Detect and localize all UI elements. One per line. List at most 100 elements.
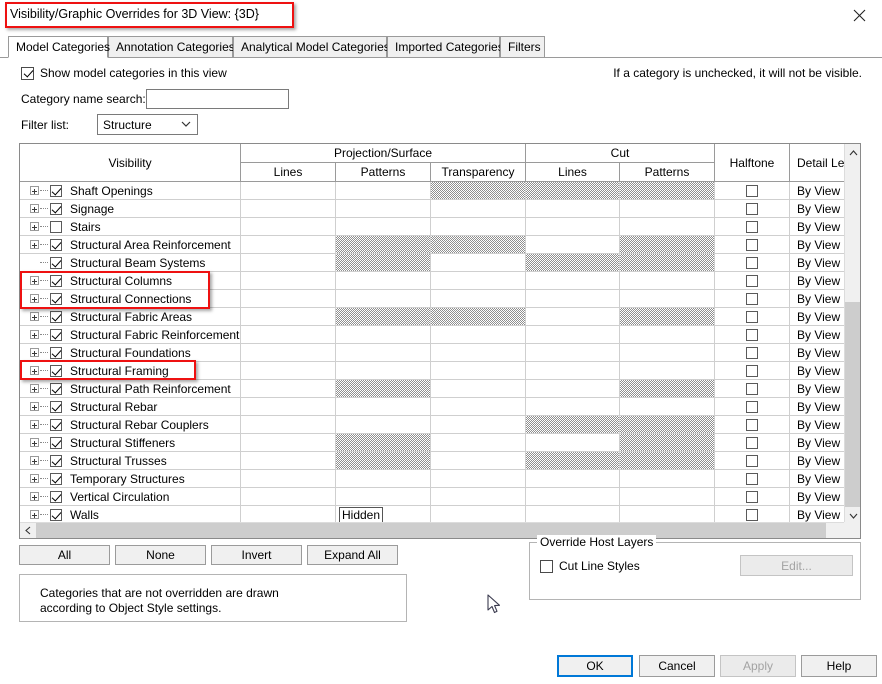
projection-lines-cell[interactable] <box>241 308 336 325</box>
projection-transparency-cell[interactable] <box>431 308 526 325</box>
expand-plus-icon[interactable] <box>30 348 39 357</box>
cut-lines-cell[interactable] <box>526 218 620 235</box>
halftone-cell[interactable] <box>715 290 790 307</box>
halftone-cell[interactable] <box>715 416 790 433</box>
cut-lines-cell[interactable] <box>526 200 620 217</box>
halftone-cell[interactable] <box>715 506 790 523</box>
projection-patterns-cell[interactable] <box>336 182 431 199</box>
none-button[interactable]: None <box>115 545 206 565</box>
projection-lines-cell[interactable] <box>241 236 336 253</box>
header-projection-transparency[interactable]: Transparency <box>431 163 526 181</box>
halftone-checkbox[interactable] <box>746 382 758 395</box>
halftone-cell[interactable] <box>715 380 790 397</box>
detail-level-cell[interactable]: By View <box>790 254 845 271</box>
category-visibility-checkbox[interactable] <box>50 202 62 215</box>
cut-lines-cell[interactable] <box>526 290 620 307</box>
table-row[interactable]: Structural Fabric Areas By View <box>20 308 845 326</box>
scroll-thumb-horizontal[interactable] <box>36 523 826 538</box>
category-visibility-checkbox[interactable] <box>50 238 62 251</box>
visibility-cell[interactable]: Structural Fabric Reinforcement <box>20 326 241 343</box>
category-visibility-checkbox[interactable] <box>50 346 62 359</box>
table-row[interactable]: Shaft Openings By View <box>20 182 845 200</box>
category-visibility-checkbox[interactable] <box>50 418 62 431</box>
header-visibility[interactable]: Visibility <box>20 144 241 181</box>
projection-lines-cell[interactable] <box>241 182 336 199</box>
projection-patterns-cell[interactable] <box>336 344 431 361</box>
expand-plus-icon[interactable] <box>30 510 39 519</box>
table-row[interactable]: Structural Area Reinforcement By View <box>20 236 845 254</box>
visibility-cell[interactable]: Structural Path Reinforcement <box>20 380 241 397</box>
detail-level-cell[interactable]: By View <box>790 362 845 379</box>
visibility-cell[interactable]: Structural Fabric Areas <box>20 308 241 325</box>
projection-transparency-cell[interactable] <box>431 470 526 487</box>
category-visibility-checkbox[interactable] <box>50 184 62 197</box>
halftone-cell[interactable] <box>715 218 790 235</box>
detail-level-cell[interactable]: By View <box>790 236 845 253</box>
projection-patterns-cell[interactable] <box>336 398 431 415</box>
expand-plus-icon[interactable] <box>30 384 39 393</box>
halftone-cell[interactable] <box>715 488 790 505</box>
category-visibility-checkbox[interactable] <box>50 436 62 449</box>
cut-lines-cell[interactable] <box>526 470 620 487</box>
halftone-checkbox[interactable] <box>746 436 758 449</box>
halftone-checkbox[interactable] <box>746 328 758 341</box>
projection-patterns-cell[interactable] <box>336 380 431 397</box>
header-detail-level[interactable]: Detail Lev <box>790 144 845 181</box>
table-row[interactable]: Structural Fabric Reinforcement By View <box>20 326 845 344</box>
projection-patterns-cell[interactable] <box>336 452 431 469</box>
detail-level-cell[interactable]: By View <box>790 308 845 325</box>
halftone-cell[interactable] <box>715 452 790 469</box>
halftone-checkbox[interactable] <box>746 490 758 503</box>
halftone-cell[interactable] <box>715 344 790 361</box>
projection-patterns-cell[interactable] <box>336 416 431 433</box>
cut-lines-cell[interactable] <box>526 254 620 271</box>
visibility-cell[interactable]: Walls <box>20 506 241 523</box>
projection-transparency-cell[interactable] <box>431 200 526 217</box>
expand-plus-icon[interactable] <box>30 276 39 285</box>
halftone-checkbox[interactable] <box>746 346 758 359</box>
visibility-cell[interactable]: Structural Columns <box>20 272 241 289</box>
table-row[interactable]: Structural Connections By View <box>20 290 845 308</box>
projection-patterns-cell[interactable] <box>336 434 431 451</box>
table-row[interactable]: Vertical Circulation By View <box>20 488 845 506</box>
detail-level-cell[interactable]: By View <box>790 182 845 199</box>
detail-level-cell[interactable]: By View <box>790 218 845 235</box>
category-visibility-checkbox[interactable] <box>50 454 62 467</box>
cut-lines-cell[interactable] <box>526 488 620 505</box>
visibility-cell[interactable]: Signage <box>20 200 241 217</box>
projection-patterns-cell[interactable] <box>336 200 431 217</box>
projection-lines-cell[interactable] <box>241 218 336 235</box>
projection-patterns-cell[interactable] <box>336 290 431 307</box>
expand-plus-icon[interactable] <box>30 330 39 339</box>
table-row[interactable]: Structural Beam Systems By View <box>20 254 845 272</box>
cut-line-styles-row[interactable]: Cut Line Styles <box>540 559 640 573</box>
projection-lines-cell[interactable] <box>241 362 336 379</box>
visibility-cell[interactable]: Structural Stiffeners <box>20 434 241 451</box>
projection-transparency-cell[interactable] <box>431 452 526 469</box>
show-model-categories-checkbox[interactable] <box>21 66 34 80</box>
expand-plus-icon[interactable] <box>30 456 39 465</box>
expand-plus-icon[interactable] <box>30 240 39 249</box>
projection-patterns-cell[interactable] <box>336 362 431 379</box>
grid-horizontal-scrollbar[interactable] <box>20 522 860 538</box>
halftone-checkbox[interactable] <box>746 220 758 233</box>
cut-lines-cell[interactable] <box>526 380 620 397</box>
filter-list-dropdown[interactable]: Structure <box>97 114 198 135</box>
category-visibility-checkbox[interactable] <box>50 364 62 377</box>
cut-patterns-cell[interactable] <box>620 452 715 469</box>
halftone-checkbox[interactable] <box>746 508 758 521</box>
halftone-checkbox[interactable] <box>746 400 758 413</box>
categories-grid[interactable]: Visibility Projection/Surface Cut Halfto… <box>19 143 861 539</box>
detail-level-cell[interactable]: By View <box>790 272 845 289</box>
halftone-cell[interactable] <box>715 254 790 271</box>
halftone-checkbox[interactable] <box>746 184 758 197</box>
projection-transparency-cell[interactable] <box>431 380 526 397</box>
cut-lines-cell[interactable] <box>526 344 620 361</box>
visibility-cell[interactable]: Structural Rebar <box>20 398 241 415</box>
expand-plus-icon[interactable] <box>30 294 39 303</box>
halftone-cell[interactable] <box>715 398 790 415</box>
projection-lines-cell[interactable] <box>241 488 336 505</box>
category-visibility-checkbox[interactable] <box>50 310 62 323</box>
table-row[interactable]: Structural Rebar By View <box>20 398 845 416</box>
halftone-checkbox[interactable] <box>746 310 758 323</box>
